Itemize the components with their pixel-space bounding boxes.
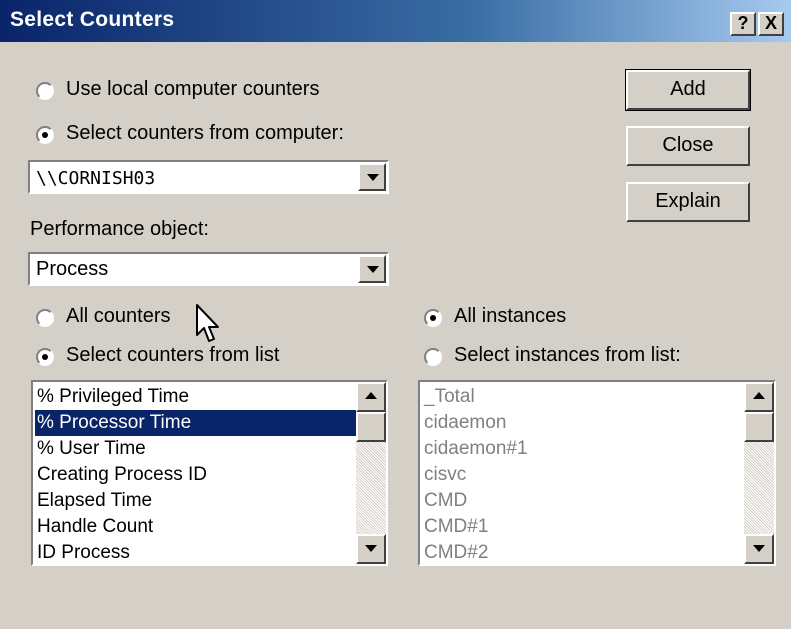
title-bar[interactable]: Select Counters ? X [0, 0, 791, 42]
select-computer-label: Select counters from computer: [66, 122, 344, 144]
performance-object-combo[interactable]: Process [28, 252, 389, 286]
performance-object-label: Performance object: [30, 218, 209, 240]
list-item[interactable]: Elapsed Time [35, 488, 152, 514]
add-button[interactable]: Add [625, 69, 751, 111]
scroll-up-arrow-icon[interactable] [356, 382, 386, 412]
computer-value: \\CORNISH03 [36, 168, 156, 189]
use-local-label: Use local computer counters [66, 78, 320, 100]
counters-scrollbar[interactable] [356, 382, 386, 564]
select-counters-list-label: Select counters from list [66, 344, 280, 366]
counters-listbox[interactable]: % Privileged Time % Processor Time % Use… [31, 380, 388, 566]
list-item[interactable]: % User Time [35, 436, 146, 462]
list-item: cisvc [424, 464, 467, 485]
performance-object-value: Process [36, 258, 109, 280]
all-instances-radio[interactable] [424, 309, 442, 327]
computer-combo[interactable]: \\CORNISH03 [28, 160, 389, 194]
select-computer-radio[interactable] [36, 126, 54, 144]
select-instances-list-label: Select instances from list: [454, 344, 681, 366]
list-item: CMD#1 [424, 516, 489, 537]
list-item[interactable]: Handle Count [35, 514, 153, 540]
performance-object-dropdown-arrow-icon[interactable] [358, 255, 386, 283]
instances-listbox[interactable]: _Total cidaemon cidaemon#1 cisvc CMD CMD… [418, 380, 776, 566]
help-button[interactable]: ? [730, 12, 756, 36]
instances-scrollbar[interactable] [744, 382, 774, 564]
all-counters-radio[interactable] [36, 309, 54, 327]
select-counters-list-radio[interactable] [36, 348, 54, 366]
window-title: Select Counters [10, 8, 175, 31]
select-counters-dialog: Select Counters ? X Use local computer c… [0, 0, 791, 629]
use-local-radio[interactable] [36, 82, 54, 100]
list-item: cidaemon#1 [424, 438, 528, 459]
list-item: cidaemon [424, 412, 507, 433]
scroll-up-arrow-icon[interactable] [744, 382, 774, 412]
scroll-down-arrow-icon[interactable] [356, 534, 386, 564]
mouse-cursor-icon [196, 304, 219, 342]
list-item-selected[interactable]: % Processor Time [35, 410, 356, 436]
list-item: _Total [424, 386, 475, 407]
close-window-button[interactable]: X [758, 12, 784, 36]
all-instances-label: All instances [454, 305, 567, 327]
close-button[interactable]: Close [626, 126, 750, 166]
list-item[interactable]: % Privileged Time [35, 384, 189, 410]
computer-dropdown-arrow-icon[interactable] [358, 163, 386, 191]
scroll-thumb[interactable] [744, 412, 774, 442]
scroll-thumb[interactable] [356, 412, 386, 442]
explain-button[interactable]: Explain [626, 182, 750, 222]
list-item: CMD [424, 490, 468, 511]
select-instances-list-radio[interactable] [424, 348, 442, 366]
scroll-down-arrow-icon[interactable] [744, 534, 774, 564]
all-counters-label: All counters [66, 305, 171, 327]
list-item[interactable]: Creating Process ID [35, 462, 207, 488]
list-item: CMD#2 [424, 542, 489, 563]
list-item[interactable]: ID Process [35, 540, 130, 564]
